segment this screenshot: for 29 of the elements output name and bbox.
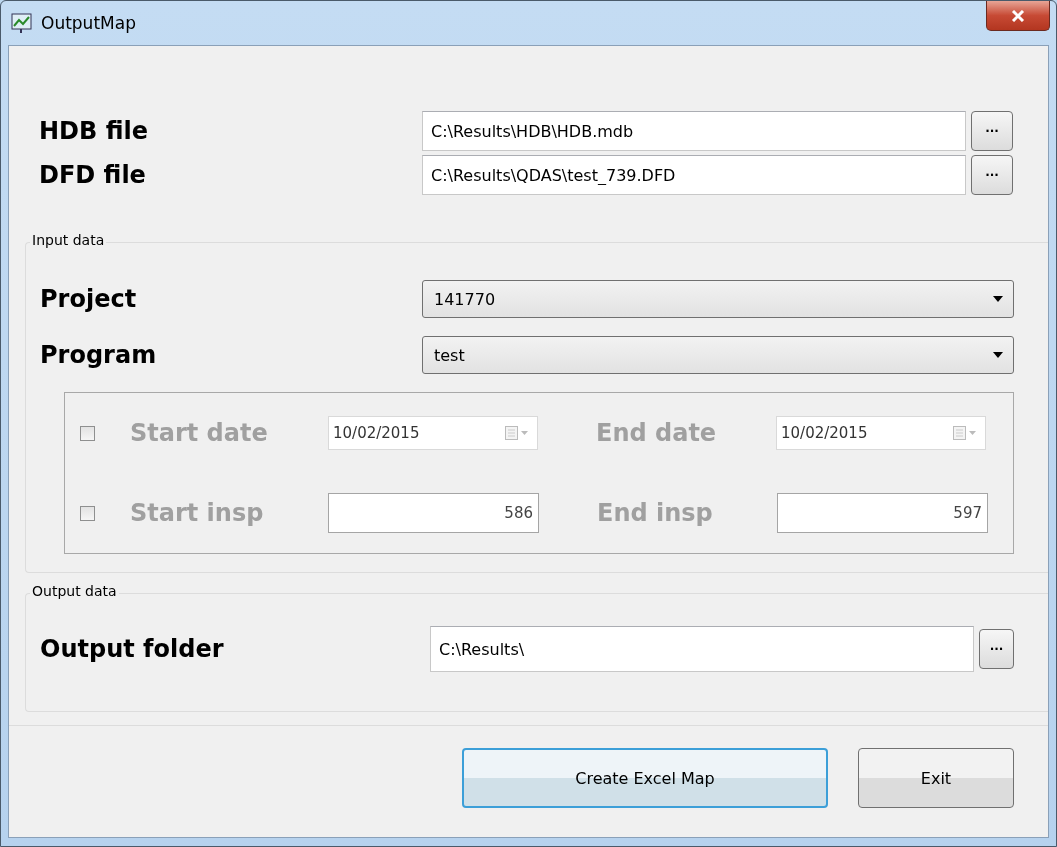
browse-button[interactable]: ... [971,111,1013,151]
group-title: Input data [30,232,107,248]
field-label: DFD file [39,161,147,189]
field-label: Start date [130,419,269,447]
dropdown[interactable]: test [422,336,1014,374]
calendar-icon [505,426,529,440]
close-button[interactable] [986,1,1050,31]
field-label: Project [40,285,138,313]
calendar-icon [953,426,977,440]
field-label: HDB file [39,117,149,145]
group-title: Output data [30,583,119,599]
window-title: OutputMap [41,13,136,33]
browse-button[interactable]: ... [971,155,1013,195]
path-field[interactable]: C:\Results\QDAS\test_739.DFD [422,155,966,195]
path-field[interactable]: C:\Results\ [430,626,974,672]
field-label: End insp [597,499,714,527]
field-label: Start insp [130,499,265,527]
field-label: Program [40,341,158,369]
dropdown[interactable]: 141770 [422,280,1014,318]
path-field[interactable]: C:\Results\HDB\HDB.mdb [422,111,966,151]
dialog-button[interactable]: Create Excel Map [462,748,828,808]
caret-icon [993,352,1003,358]
close-icon [1011,9,1025,22]
field-label: End date [596,419,718,447]
caret-icon [993,296,1003,302]
dialog-button[interactable]: Exit [858,748,1014,808]
field-label: Output folder [40,635,225,663]
map-icon [11,12,33,34]
browse-button[interactable]: ... [979,629,1014,669]
